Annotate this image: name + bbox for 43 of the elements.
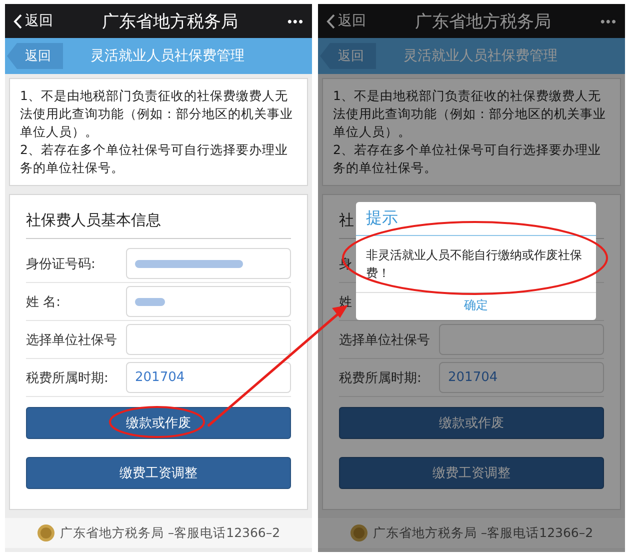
- form-title: 社保费人员基本信息: [26, 205, 291, 239]
- footer-text: 广东省地方税务局 –客服电话12366–2: [372, 524, 594, 542]
- field-label: 选择单位社保号: [339, 332, 431, 348]
- back-label: 返回: [25, 12, 53, 30]
- app-title: 广东省地方税务局: [101, 10, 240, 32]
- chevron-left-icon: [326, 14, 335, 28]
- notice-text: 2、若存在多个单位社保号可自行选择要办理业务的单位社保号。: [333, 141, 602, 177]
- page-title: 灵活就业人员社保费管理: [402, 47, 558, 65]
- notice-text: 1、不是由地税部门负责征收的社保费缴费人无法使用此查询功能（例如：部分地区的机关事业单位人员）。: [20, 87, 294, 141]
- action-button[interactable]: 缴款或作废: [339, 407, 604, 439]
- coin-logo-icon: [36, 524, 55, 542]
- notice-text: 1、不是由地税部门负责征收的社保费缴费人无法使用此查询功能（例如：部分地区的机关事业单位人员）。: [333, 87, 607, 141]
- app-title: 广东省地方税务局: [414, 10, 552, 32]
- footer-text: 广东省地方税务局 –客服电话12366–2: [60, 524, 280, 542]
- input-field[interactable]: [126, 286, 291, 317]
- action-button[interactable]: 缴费工资调整: [339, 457, 604, 489]
- more-menu-button[interactable]: •••: [600, 14, 617, 28]
- confirm-button[interactable]: 确定: [356, 293, 596, 320]
- field-label: 税费所属时期:: [26, 370, 110, 386]
- coin-logo-icon: [350, 524, 368, 542]
- field-label: 身份证号码:: [26, 256, 96, 272]
- more-menu-button[interactable]: •••: [287, 14, 304, 28]
- action-button[interactable]: 缴款或作废: [26, 407, 291, 439]
- input-field[interactable]: [126, 248, 291, 279]
- field-label: 姓 名:: [26, 294, 62, 310]
- field-label: 税费所属时期:: [339, 370, 422, 386]
- back-link[interactable]: 返回: [326, 12, 366, 30]
- field-label: 选择单位社保号: [26, 332, 118, 348]
- back-link[interactable]: 返回: [13, 12, 53, 30]
- action-button[interactable]: 缴费工资调整: [26, 457, 291, 489]
- page-title: 灵活就业人员社保费管理: [90, 47, 246, 65]
- notice-text: 2、若存在多个单位社保号可自行选择要办理业务的单位社保号。: [20, 141, 289, 177]
- chevron-left-icon: [13, 14, 22, 28]
- input-field[interactable]: 201704: [126, 362, 291, 393]
- dialog-title: 提示: [356, 202, 596, 236]
- dialog-message: 非灵活就业人员不能自行缴纳或作废社保费！: [356, 236, 596, 293]
- back-button[interactable]: 返回: [320, 43, 376, 69]
- back-button[interactable]: 返回: [7, 43, 63, 69]
- input-field[interactable]: [126, 324, 291, 355]
- input-field[interactable]: 201704: [439, 362, 604, 393]
- back-label: 返回: [338, 12, 366, 30]
- field-value: 201704: [448, 370, 498, 385]
- field-value: 201704: [135, 370, 185, 385]
